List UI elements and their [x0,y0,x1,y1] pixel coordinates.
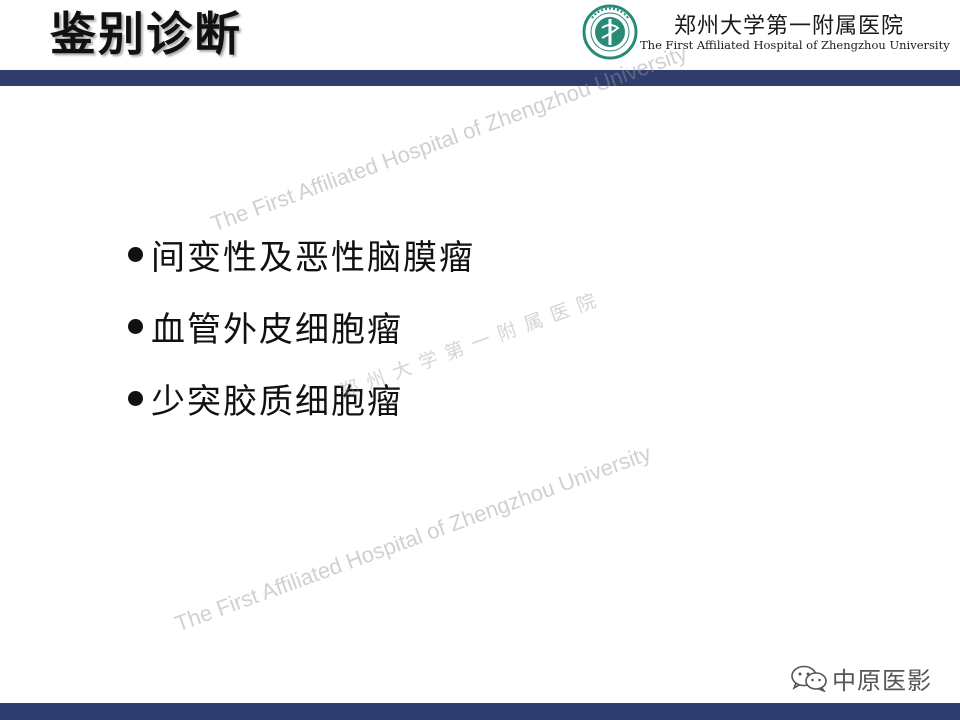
bullet-dot-icon [128,246,143,262]
footer-bar [0,703,960,720]
bullet-text: 少突胶质细胞瘤 [151,381,403,422]
list-item: 少突胶质细胞瘤 [128,362,475,434]
bullet-dot-icon [128,318,143,334]
watermark-en-bottom: The First Affiliated Hospital of Zhengzh… [171,440,655,637]
bullet-text: 血管外皮细胞瘤 [151,309,403,350]
bullet-text: 间变性及恶性脑膜瘤 [151,237,475,278]
slide: 鉴别诊断 郑州大学第一附属医院 The First Affiliated Hos… [0,0,960,720]
brand-badge: 中原医影 [790,662,932,695]
bullet-dot-icon [128,390,143,406]
wechat-icon [791,665,827,692]
hospital-name-en: The First Affiliated Hospital of Zhengzh… [640,38,950,52]
list-item: 间变性及恶性脑膜瘤 [128,218,475,290]
brand-name: 中原医影 [832,666,932,695]
hospital-emblem-icon [582,4,638,60]
slide-title: 鉴别诊断 [50,7,242,61]
list-item: 血管外皮细胞瘤 [128,290,475,362]
hospital-name-cn: 郑州大学第一附属医院 [673,14,904,39]
bullet-list: 间变性及恶性脑膜瘤 血管外皮细胞瘤 少突胶质细胞瘤 [128,218,475,434]
header-divider-bar [0,70,960,86]
